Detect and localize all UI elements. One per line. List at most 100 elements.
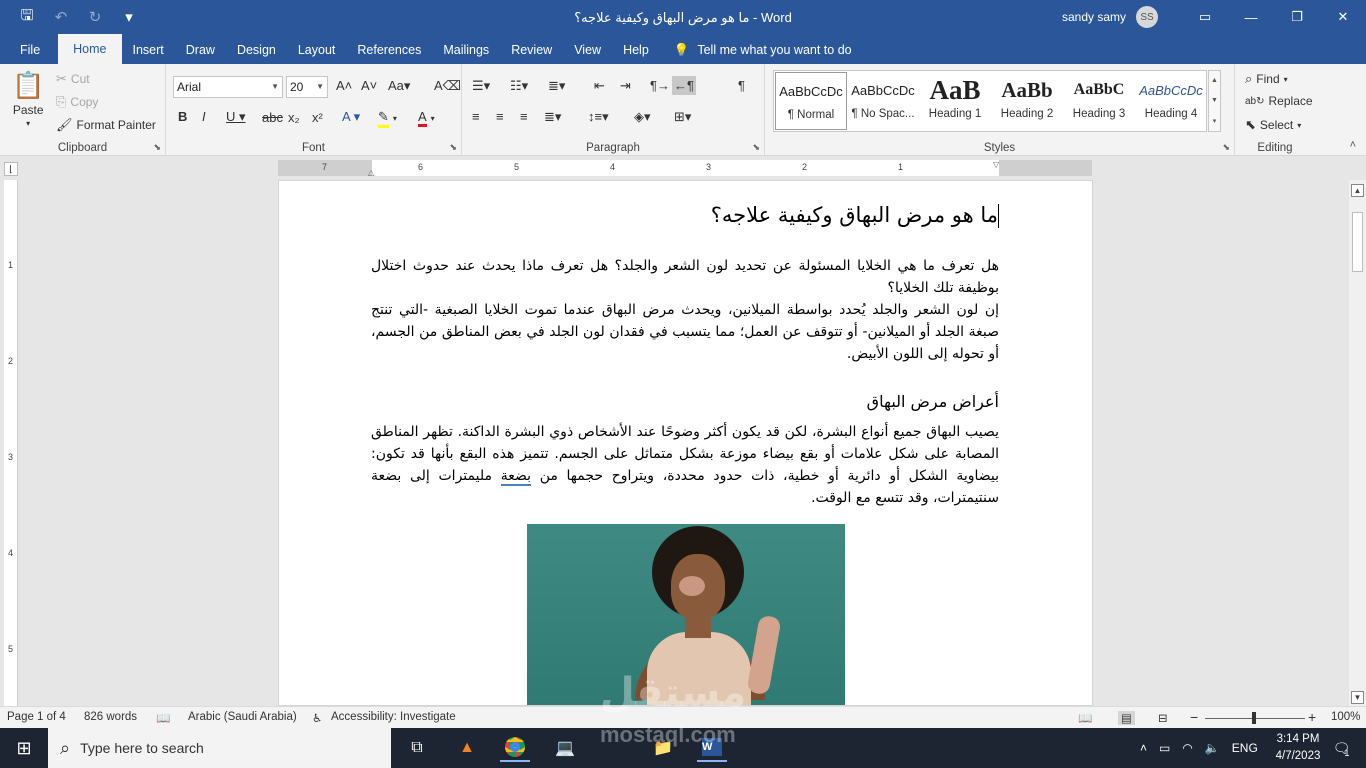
- ltr-direction-button[interactable]: ¶→: [650, 78, 670, 93]
- grow-font-button[interactable]: A˄: [336, 78, 352, 93]
- highlight-button[interactable]: ✎ ▾: [378, 109, 397, 128]
- language-status[interactable]: Arabic (Saudi Arabia): [188, 711, 297, 723]
- font-color-button[interactable]: A ▾: [418, 109, 435, 127]
- word-count[interactable]: 826 words: [84, 711, 137, 723]
- clear-formatting-button[interactable]: A⌫: [434, 78, 461, 94]
- tab-file[interactable]: File: [0, 36, 58, 64]
- styles-gallery-scroll[interactable]: ▲ ▼ ▾: [1208, 70, 1221, 132]
- print-layout-icon[interactable]: ▤: [1118, 711, 1135, 725]
- collapse-ribbon-icon[interactable]: ˄: [1350, 139, 1356, 151]
- minimize-icon[interactable]: —: [1228, 0, 1274, 34]
- bold-button[interactable]: B: [178, 109, 187, 124]
- more-icon[interactable]: ▾: [1213, 117, 1217, 125]
- vlc-icon[interactable]: ▲: [452, 734, 482, 762]
- notifications-icon[interactable]: 🗨 1: [1326, 734, 1356, 762]
- align-center-button[interactable]: ≡: [496, 109, 504, 124]
- tab-help[interactable]: Help: [612, 36, 660, 64]
- document-title[interactable]: ما هو مرض البهاق وكيفية علاجه؟: [371, 199, 999, 231]
- wifi-icon[interactable]: ◠: [1182, 741, 1192, 755]
- save-icon[interactable]: 🖫: [12, 5, 42, 30]
- paragraph-melanin[interactable]: إن لون الشعر والجلد يُحدد بواسطة الميلان…: [371, 299, 999, 365]
- select-button[interactable]: ⬉ Select ▾: [1245, 117, 1301, 133]
- task-view-icon[interactable]: ⧉: [402, 734, 432, 762]
- copy-button[interactable]: ⎘ Copy: [56, 94, 98, 110]
- restore-icon[interactable]: ❐: [1274, 0, 1320, 34]
- ribbon-display-options-icon[interactable]: ▭: [1182, 0, 1228, 34]
- proofing-icon[interactable]: 📖: [156, 711, 170, 725]
- document-body[interactable]: ما هو مرض البهاق وكيفية علاجه؟ هل تعرف م…: [371, 199, 999, 509]
- dialog-launcher-icon[interactable]: ⬊: [153, 142, 161, 153]
- page-count[interactable]: Page 1 of 4: [7, 711, 66, 723]
- font-family-select[interactable]: Arial ▼: [173, 76, 283, 98]
- chevron-up-icon[interactable]: ˄: [1140, 741, 1147, 755]
- shading-button[interactable]: ◈▾: [634, 109, 651, 125]
- tab-view[interactable]: View: [563, 36, 612, 64]
- volume-icon[interactable]: 🔈: [1205, 741, 1220, 755]
- find-button[interactable]: ⌕ Find ▾: [1245, 71, 1288, 87]
- customize-qat-icon[interactable]: ▾: [114, 8, 144, 26]
- underline-button[interactable]: U ▾: [226, 109, 246, 125]
- align-left-button[interactable]: ≡: [472, 109, 480, 124]
- borders-button[interactable]: ⊞▾: [674, 109, 691, 125]
- dialog-launcher-icon[interactable]: ⬊: [752, 142, 760, 153]
- tab-layout[interactable]: Layout: [287, 36, 347, 64]
- subscript-button[interactable]: x₂: [288, 110, 300, 125]
- indent-marker-icon[interactable]: △: [368, 168, 374, 177]
- zoom-in-icon[interactable]: +: [1308, 709, 1316, 725]
- italic-button[interactable]: I: [202, 109, 206, 124]
- accessibility-icon[interactable]: ♿: [312, 711, 322, 725]
- scrollbar-thumb[interactable]: [1352, 212, 1363, 272]
- bullets-button[interactable]: ☰▾: [472, 78, 490, 94]
- zoom-level[interactable]: 100%: [1331, 711, 1360, 723]
- superscript-button[interactable]: x²: [312, 110, 323, 125]
- cut-button[interactable]: ✂ Cut: [56, 71, 90, 87]
- tab-selector[interactable]: ⌊: [4, 162, 18, 176]
- file-explorer-icon[interactable]: 📁: [648, 734, 678, 762]
- horizontal-ruler[interactable]: 7 6 5 4 3 2 1 △ ▽: [278, 160, 1092, 177]
- text-effects-button[interactable]: A ▾: [342, 109, 360, 125]
- scroll-up-icon[interactable]: ▲: [1351, 184, 1364, 197]
- multilevel-list-button[interactable]: ≣▾: [548, 78, 565, 94]
- redo-icon[interactable]: ↻: [80, 8, 110, 26]
- chevron-down-icon[interactable]: ▼: [1211, 97, 1218, 104]
- paste-button[interactable]: 📋 Paste ▾: [12, 70, 44, 128]
- font-size-select[interactable]: 20 ▼: [286, 76, 328, 98]
- justify-button[interactable]: ≣▾: [544, 109, 561, 125]
- computer-icon[interactable]: 💻: [550, 734, 580, 762]
- web-layout-icon[interactable]: ⊟: [1158, 711, 1168, 725]
- windows-start-icon[interactable]: ⊞: [0, 728, 48, 768]
- input-language[interactable]: ENG: [1232, 741, 1258, 755]
- tab-draw[interactable]: Draw: [175, 36, 226, 64]
- tab-design[interactable]: Design: [226, 36, 287, 64]
- dialog-launcher-icon[interactable]: ⬊: [1222, 142, 1230, 153]
- rtl-direction-button[interactable]: ←¶: [672, 76, 696, 95]
- style-heading-2[interactable]: AaBb Heading 2: [991, 72, 1063, 130]
- align-right-button[interactable]: ≡: [520, 109, 528, 124]
- style-heading-4[interactable]: AaBbCcDc Heading 4: [1135, 72, 1207, 130]
- numbering-button[interactable]: ☷▾: [510, 78, 528, 94]
- zoom-out-icon[interactable]: −: [1190, 709, 1198, 725]
- replace-button[interactable]: ab↻ Replace: [1245, 94, 1313, 108]
- accessibility-status[interactable]: Accessibility: Investigate: [331, 711, 456, 723]
- tab-insert[interactable]: Insert: [122, 36, 175, 64]
- increase-indent-button[interactable]: ⇥: [620, 78, 631, 94]
- avatar[interactable]: SS: [1136, 6, 1158, 28]
- tab-home[interactable]: Home: [58, 34, 122, 64]
- style-no-spacing[interactable]: AaBbCcDc ¶ No Spac...: [847, 72, 919, 130]
- decrease-indent-button[interactable]: ⇤: [594, 78, 605, 94]
- tab-mailings[interactable]: Mailings: [432, 36, 500, 64]
- style-normal[interactable]: AaBbCcDc ¶ Normal: [775, 72, 847, 130]
- indent-marker-icon[interactable]: ▽: [993, 160, 999, 169]
- chrome-icon[interactable]: [500, 734, 530, 762]
- chevron-up-icon[interactable]: ▲: [1211, 77, 1218, 84]
- undo-icon[interactable]: ↶: [46, 8, 76, 26]
- change-case-button[interactable]: Aa▾: [388, 78, 410, 94]
- tab-review[interactable]: Review: [500, 36, 563, 64]
- strikethrough-button[interactable]: abc: [262, 110, 283, 125]
- tell-me-box[interactable]: 💡 Tell me what you want to do: [674, 36, 852, 64]
- word-icon[interactable]: W: [697, 734, 727, 762]
- vertical-scrollbar[interactable]: ▲ ▼: [1349, 180, 1366, 706]
- network-icon[interactable]: ▭: [1159, 741, 1170, 755]
- taskbar-search[interactable]: ⌕ Type here to search: [48, 728, 391, 768]
- zoom-slider-thumb[interactable]: [1252, 712, 1256, 724]
